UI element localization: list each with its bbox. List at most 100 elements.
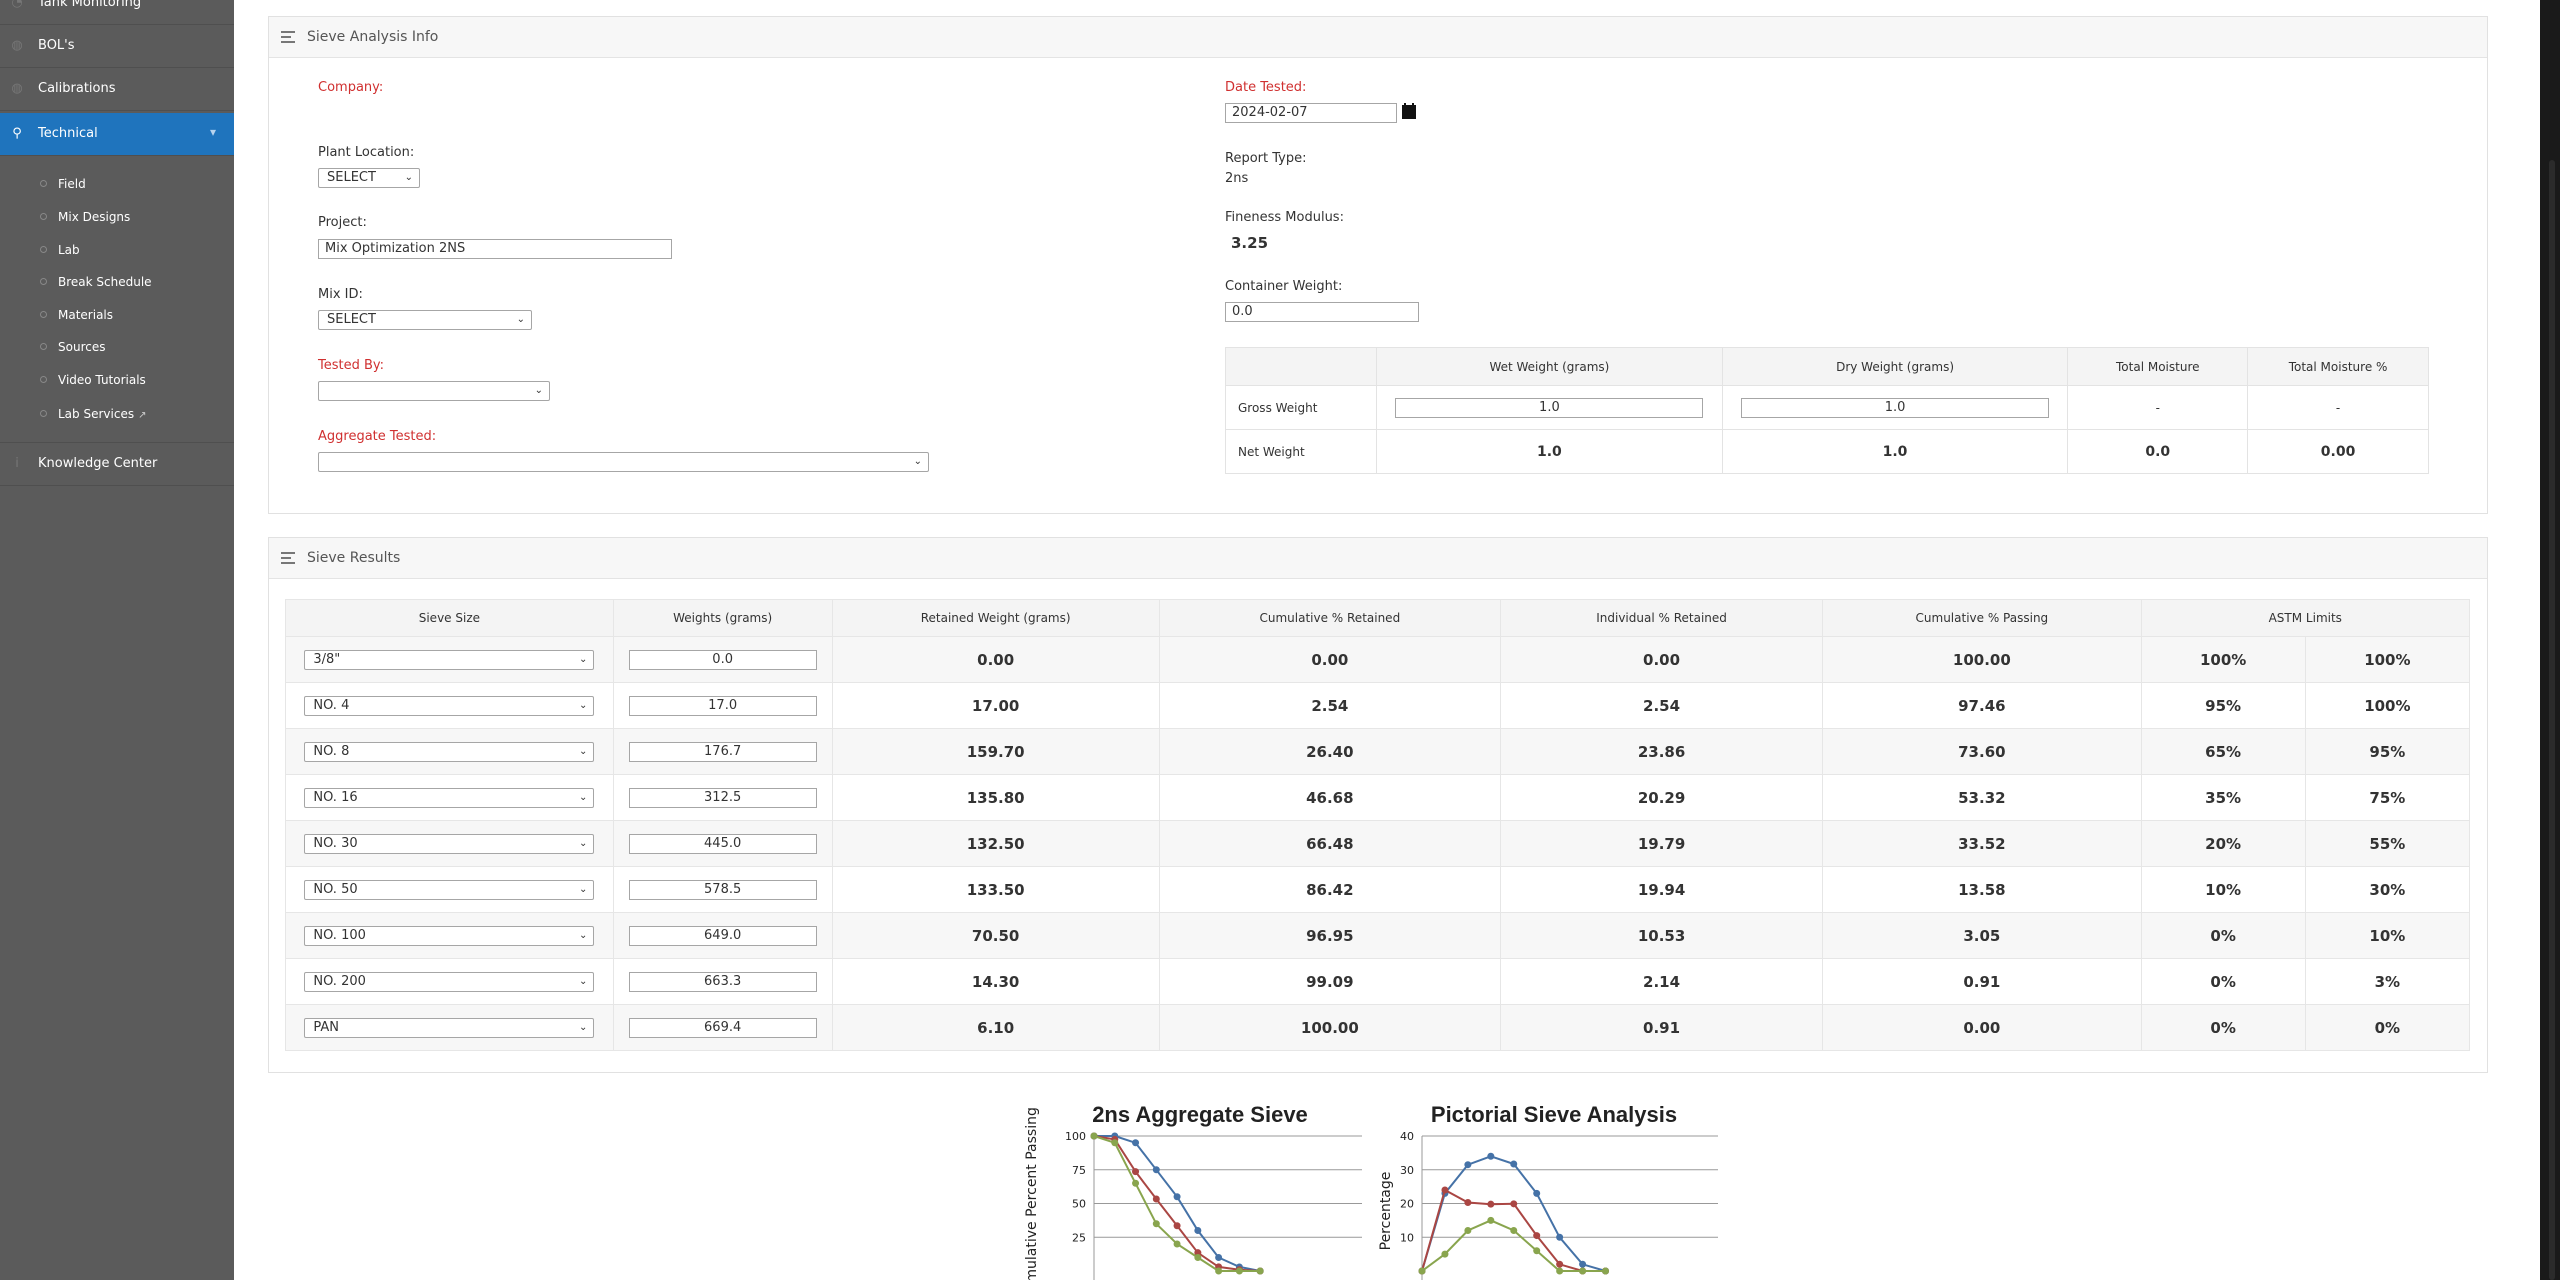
calendar-icon[interactable]	[1402, 103, 1416, 119]
bullet-icon	[40, 376, 47, 383]
sidebar-subitem-sources[interactable]: Sources	[0, 331, 234, 363]
weight-input[interactable]: 312.5	[628, 787, 817, 808]
project-input[interactable]: Mix Optimization 2NS	[318, 239, 672, 259]
sidebar: ◔ Tank Monitoring ◍ BOL's ◍ Calibrations…	[0, 0, 234, 1280]
sidebar-subitem-mix-designs[interactable]: Mix Designs	[0, 201, 234, 233]
cumulative-retained: 100.00	[1158, 1004, 1501, 1051]
chevron-down-icon: ⌄	[578, 699, 588, 711]
cumulative-passing: 0.91	[1822, 958, 2142, 1005]
bullet-icon	[40, 410, 47, 417]
header-astm-limits: ASTM Limits	[2140, 599, 2471, 637]
gross-wet-weight-input[interactable]: 1.0	[1395, 397, 1704, 418]
weight-input[interactable]: 578.5	[628, 879, 817, 900]
sidebar-item-tank-monitoring[interactable]: ◔ Tank Monitoring	[0, 0, 234, 25]
data-point	[1464, 1198, 1472, 1206]
sidebar-item-technical[interactable]: ⚲ Technical ▾	[0, 113, 234, 156]
weight-input[interactable]: 445.0	[628, 833, 817, 854]
y-tick-label: 25	[1072, 1231, 1086, 1244]
data-point	[1556, 1267, 1564, 1275]
report-type-value: 2ns	[1225, 171, 1249, 186]
bullet-icon	[40, 213, 47, 220]
chevron-down-icon: ⌄	[578, 1021, 588, 1033]
weight-input[interactable]: 669.4	[628, 1017, 817, 1038]
chevron-down-icon: ⌄	[578, 653, 588, 665]
y-tick-label: 20	[1400, 1198, 1414, 1211]
data-point	[1418, 1267, 1426, 1275]
y-tick-label: 100	[1065, 1130, 1086, 1143]
sieve-size-select[interactable]: NO. 30 ⌄	[304, 833, 595, 854]
project-label: Project:	[318, 215, 367, 230]
sieve-size-select[interactable]: NO. 200 ⌄	[304, 971, 595, 992]
data-point	[1132, 1139, 1140, 1147]
weight-input[interactable]: 649.0	[628, 925, 817, 946]
cumulative-retained: 26.40	[1158, 728, 1501, 775]
sidebar-subitem-lab-services[interactable]: Lab Services ↗	[0, 398, 234, 430]
individual-retained: 23.86	[1499, 728, 1824, 775]
company-label: Company:	[318, 80, 384, 95]
data-point	[1173, 1193, 1181, 1201]
cumulative-passing: 73.60	[1822, 728, 2142, 775]
astm-limit-high: 0%	[2304, 1004, 2471, 1051]
astm-limit-high: 10%	[2304, 912, 2471, 959]
chart-title: 2ns Aggregate Sieve	[1092, 1102, 1308, 1127]
sieve-size-select[interactable]: NO. 100 ⌄	[304, 925, 595, 946]
cumulative-retained: 2.54	[1158, 682, 1501, 729]
cumulative-retained: 66.48	[1158, 820, 1501, 867]
data-point	[1152, 1220, 1160, 1228]
date-tested-input[interactable]: 2024-02-07	[1225, 103, 1397, 123]
sieve-size-select[interactable]: NO. 50 ⌄	[304, 879, 595, 900]
weight-input[interactable]: 17.0	[628, 695, 817, 716]
weight-input[interactable]: 0.0	[628, 649, 817, 670]
data-point	[1173, 1222, 1181, 1230]
moisture-header-total-pct: Total Moisture %	[2247, 347, 2429, 386]
table-row: NO. 16 ⌄ 312.5 135.80 46.68 20.29 53.32 35% 75%	[285, 774, 2471, 821]
aggregate-tested-select[interactable]: ⌄	[318, 452, 929, 472]
chevron-down-icon: ⌄	[578, 929, 588, 941]
fineness-modulus-label: Fineness Modulus:	[1225, 210, 1344, 225]
plant-location-select[interactable]: SELECT ⌄	[318, 168, 420, 188]
chevron-down-icon: ▾	[209, 125, 216, 139]
sidebar-subitem-lab[interactable]: Lab	[0, 234, 234, 266]
sidebar-item-bols[interactable]: ◍ BOL's	[0, 25, 234, 68]
gross-dry-weight-input[interactable]: 1.0	[1741, 397, 2050, 418]
tested-by-select[interactable]: ⌄	[318, 381, 550, 401]
net-total-moisture-pct: 0.00	[2247, 429, 2429, 474]
chevron-down-icon: ⌄	[404, 172, 413, 183]
individual-retained: 10.53	[1499, 912, 1824, 959]
data-point	[1256, 1267, 1264, 1275]
data-point	[1533, 1247, 1541, 1255]
sieve-size-select[interactable]: NO. 4 ⌄	[304, 695, 595, 716]
individual-retained: 19.79	[1499, 820, 1824, 867]
sieve-size-select[interactable]: PAN ⌄	[304, 1017, 595, 1038]
table-row: NO. 30 ⌄ 445.0 132.50 66.48 19.79 33.52 20% 55%	[285, 820, 2471, 867]
cumulative-passing: 0.00	[1822, 1004, 2142, 1051]
sidebar-subitem-video-tutorials[interactable]: Video Tutorials	[0, 364, 234, 396]
sidebar-subitem-materials[interactable]: Materials	[0, 299, 234, 331]
data-point	[1152, 1166, 1160, 1174]
sidebar-subitem-break-schedule[interactable]: Break Schedule	[0, 266, 234, 298]
data-point	[1533, 1232, 1541, 1240]
scrollbar-thumb[interactable]	[2549, 160, 2555, 1280]
globe-icon: ◍	[11, 81, 23, 96]
container-weight-input[interactable]: 0.0	[1225, 302, 1419, 322]
cumulative-retained: 99.09	[1158, 958, 1501, 1005]
mix-id-select[interactable]: SELECT ⌄	[318, 310, 532, 330]
cumulative-passing: 53.32	[1822, 774, 2142, 821]
weight-input[interactable]: 176.7	[628, 741, 817, 762]
data-point	[1215, 1254, 1223, 1261]
sieve-size-select[interactable]: 3/8" ⌄	[304, 649, 595, 670]
sieve-size-select[interactable]: NO. 8 ⌄	[304, 741, 595, 762]
weight-input[interactable]: 663.3	[628, 971, 817, 992]
sidebar-item-knowledge-center[interactable]: i Knowledge Center	[0, 442, 234, 486]
y-tick-label: 75	[1072, 1164, 1086, 1177]
individual-retained: 2.14	[1499, 958, 1824, 1005]
sidebar-subitem-field[interactable]: Field	[0, 168, 234, 200]
astm-limit-low: 0%	[2140, 958, 2306, 1005]
cumulative-passing: 100.00	[1822, 636, 2142, 683]
table-row: 3/8" ⌄ 0.0 0.00 0.00 0.00 100.00 100% 100%	[285, 636, 2471, 683]
sidebar-item-calibrations[interactable]: ◍ Calibrations	[0, 68, 234, 111]
net-weight-label: Net Weight	[1224, 429, 1378, 474]
retained-weight: 17.00	[831, 682, 1160, 729]
sieve-size-select[interactable]: NO. 16 ⌄	[304, 787, 595, 808]
report-type-label: Report Type:	[1225, 151, 1307, 166]
